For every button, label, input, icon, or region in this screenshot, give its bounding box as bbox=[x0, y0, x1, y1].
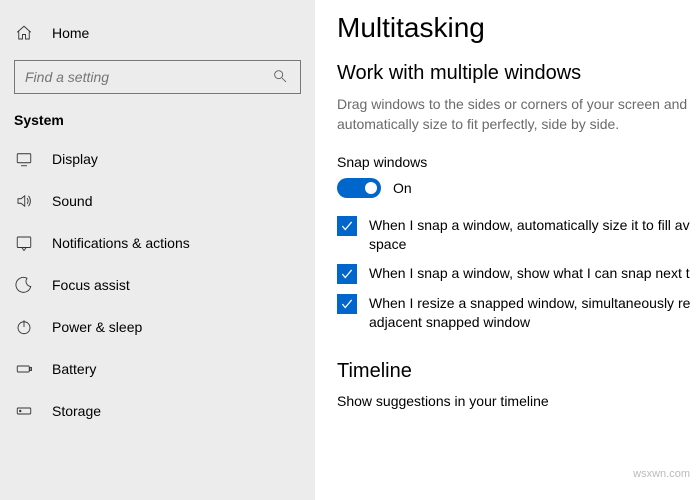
sidebar-item-label: Notifications & actions bbox=[52, 235, 190, 251]
snap-option-3: When I resize a snapped window, simultan… bbox=[337, 294, 700, 332]
storage-icon bbox=[14, 401, 34, 421]
sidebar: Home System Display Sound Notifications … bbox=[0, 0, 315, 500]
snap-option-1: When I snap a window, automatically size… bbox=[337, 216, 700, 254]
timeline-section: Timeline Show suggestions in your timeli… bbox=[337, 360, 700, 409]
checkbox-snap-autosize[interactable] bbox=[337, 216, 357, 236]
sidebar-section-label: System bbox=[0, 104, 315, 138]
sidebar-item-label: Display bbox=[52, 151, 98, 167]
checkbox-label: When I snap a window, automatically size… bbox=[369, 216, 700, 254]
sidebar-item-storage[interactable]: Storage bbox=[0, 390, 315, 432]
sidebar-item-sound[interactable]: Sound bbox=[0, 180, 315, 222]
sidebar-item-label: Sound bbox=[52, 193, 92, 209]
search-container bbox=[0, 54, 315, 104]
checkbox-label: When I snap a window, show what I can sn… bbox=[369, 264, 690, 283]
search-box[interactable] bbox=[14, 60, 301, 94]
sidebar-item-label: Storage bbox=[52, 403, 101, 419]
section-heading-timeline: Timeline bbox=[337, 360, 700, 383]
sound-icon bbox=[14, 191, 34, 211]
page-title: Multitasking bbox=[337, 12, 700, 44]
watermark: wsxwn.com bbox=[633, 468, 690, 480]
snap-windows-toggle-row: On bbox=[337, 178, 700, 198]
display-icon bbox=[14, 149, 34, 169]
timeline-sub-label: Show suggestions in your timeline bbox=[337, 393, 700, 409]
home-icon bbox=[14, 23, 34, 43]
sidebar-item-label: Power & sleep bbox=[52, 319, 142, 335]
power-icon bbox=[14, 317, 34, 337]
sidebar-item-display[interactable]: Display bbox=[0, 138, 315, 180]
focus-assist-icon bbox=[14, 275, 34, 295]
sidebar-item-battery[interactable]: Battery bbox=[0, 348, 315, 390]
notifications-icon bbox=[14, 233, 34, 253]
section-description: Drag windows to the sides or corners of … bbox=[337, 95, 697, 134]
snap-windows-toggle[interactable] bbox=[337, 178, 381, 198]
snap-option-2: When I snap a window, show what I can sn… bbox=[337, 264, 700, 284]
battery-icon bbox=[14, 359, 34, 379]
nav-home-label: Home bbox=[52, 25, 89, 41]
sidebar-item-power-sleep[interactable]: Power & sleep bbox=[0, 306, 315, 348]
search-icon bbox=[272, 68, 290, 86]
checkbox-label: When I resize a snapped window, simultan… bbox=[369, 294, 700, 332]
snap-windows-label: Snap windows bbox=[337, 154, 700, 170]
checkbox-snap-suggest[interactable] bbox=[337, 264, 357, 284]
sidebar-item-label: Focus assist bbox=[52, 277, 130, 293]
sidebar-item-notifications[interactable]: Notifications & actions bbox=[0, 222, 315, 264]
sidebar-item-label: Battery bbox=[52, 361, 96, 377]
main-content: Multitasking Work with multiple windows … bbox=[315, 0, 700, 500]
checkbox-snap-resize[interactable] bbox=[337, 294, 357, 314]
snap-windows-state: On bbox=[393, 180, 412, 196]
nav-home[interactable]: Home bbox=[0, 12, 315, 54]
search-input[interactable] bbox=[25, 69, 272, 85]
section-heading-windows: Work with multiple windows bbox=[337, 62, 700, 85]
sidebar-item-focus-assist[interactable]: Focus assist bbox=[0, 264, 315, 306]
